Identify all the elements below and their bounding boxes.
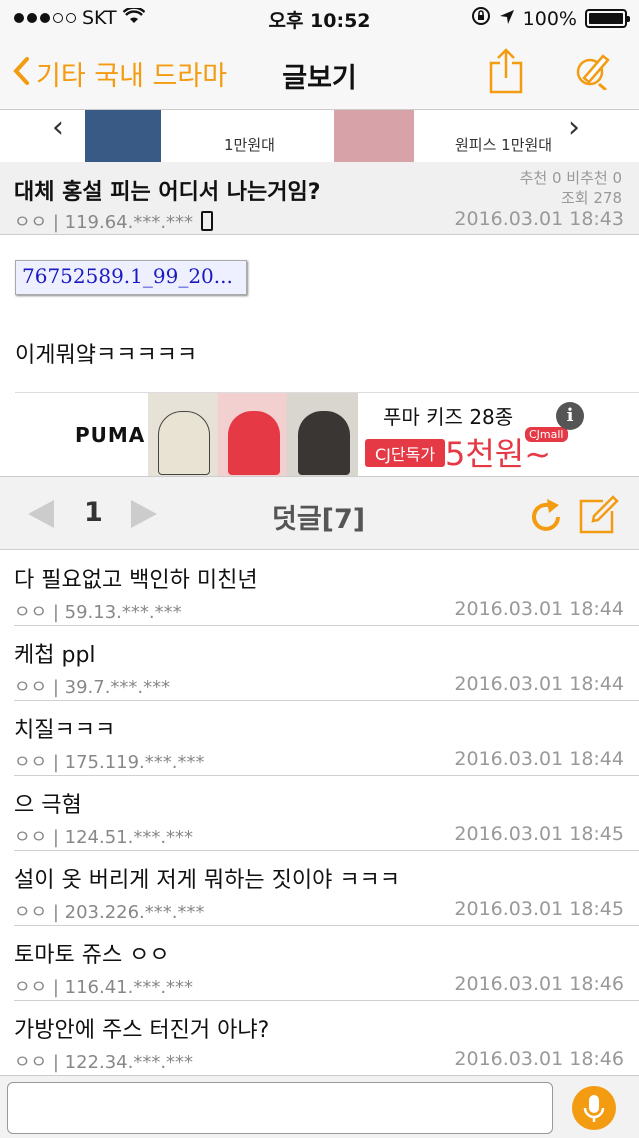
comment-item[interactable]: 설이 옷 버리게 저게 뭐하는 짓이야 ㅋㅋㅋ ㅇㅇ | 203.226.***… (14, 851, 639, 926)
ad-caption-2: 원피스 1만원대 (455, 136, 553, 154)
view-count: 조회 278 (561, 189, 622, 207)
author-label: ㅇㅇ | 119.64.***.*** (14, 212, 194, 233)
nav-bar: 기타 국내 드라마 글보기 (0, 36, 639, 110)
comment-author: ㅇㅇ | 39.7.***.*** (14, 677, 171, 698)
comment-text: 토마토 쥬스 ㅇㅇ (14, 943, 170, 968)
share-button[interactable] (488, 48, 524, 98)
info-icon[interactable]: i (556, 402, 584, 430)
comment-date: 2016.03.01 18:44 (454, 673, 624, 695)
comments-title: 덧글[7] (272, 504, 366, 535)
puma-logo: PUMA (75, 423, 146, 447)
ad-caption-1: 1만원대 (224, 136, 275, 154)
battery-percent: 100% (522, 7, 577, 30)
comment-date: 2016.03.01 18:46 (454, 973, 624, 995)
comment-date: 2016.03.01 18:46 (454, 1048, 624, 1070)
comment-text: 치질ㅋㅋㅋ (14, 718, 116, 743)
comment-date: 2016.03.01 18:44 (454, 598, 624, 620)
comment-author: ㅇㅇ | 175.119.***.*** (14, 752, 205, 773)
product-image-jacket[interactable] (85, 110, 161, 162)
next-page-icon[interactable] (131, 500, 157, 528)
comment-item[interactable]: 가방안에 주스 터진거 아냐? ㅇㅇ | 122.34.***.*** 2016… (14, 1001, 639, 1076)
product-ad-strip[interactable]: ‹ 1만원대 원피스 1만원대 › (0, 110, 639, 162)
comment-text: 다 필요없고 백인하 미친년 (14, 568, 258, 593)
chevron-left-icon[interactable]: ‹ (52, 110, 64, 145)
ad-kids-image (148, 393, 358, 477)
comment-text: 설이 옷 버리게 저게 뭐하는 짓이야 ㅋㅋㅋ (14, 868, 401, 893)
post-body: 이게뭐얔ㅋㅋㅋㅋㅋ (15, 343, 198, 368)
rotation-lock-icon (471, 6, 491, 31)
search-write-button[interactable] (573, 50, 613, 94)
comment-author: ㅇㅇ | 203.226.***.*** (14, 902, 205, 923)
comment-item[interactable]: 치질ㅋㅋㅋ ㅇㅇ | 175.119.***.*** 2016.03.01 18… (14, 701, 639, 776)
pen-search-icon (576, 54, 610, 92)
ad-headline: 푸마 키즈 28종 (383, 405, 514, 429)
post-author: ㅇㅇ | 119.64.***.*** (14, 208, 214, 234)
comment-author: ㅇㅇ | 59.13.***.*** (14, 602, 182, 623)
recommend-count: 추천 0 비추천 0 (519, 169, 622, 187)
comment-date: 2016.03.01 18:44 (454, 748, 624, 770)
comment-input[interactable] (7, 1082, 553, 1134)
comment-author: ㅇㅇ | 122.34.***.*** (14, 1052, 194, 1073)
puma-banner-ad[interactable]: PUMA 푸마 키즈 28종 CJ단독가 5천원~ CJmall i (15, 392, 639, 477)
cjmall-logo: CJmall (525, 427, 568, 442)
refresh-button[interactable] (529, 497, 563, 537)
comment-text: 으 극혐 (14, 793, 82, 818)
location-icon (499, 8, 515, 30)
page-number: 1 (84, 497, 103, 528)
mobile-icon (201, 211, 214, 231)
attachment-link[interactable]: 76752589.1_99_20... (15, 260, 247, 295)
mic-button[interactable] (572, 1086, 616, 1130)
refresh-icon (532, 499, 560, 531)
status-bar: SKT 오후 10:52 100% (0, 0, 639, 36)
comment-date: 2016.03.01 18:45 (454, 898, 624, 920)
comment-text: 가방안에 주스 터진거 아냐? (14, 1018, 270, 1043)
post-stats: 추천 0 비추천 0 조회 278 (520, 168, 622, 208)
write-comment-button[interactable] (577, 494, 619, 540)
product-image-dress[interactable] (334, 110, 414, 162)
comment-item[interactable]: 토마토 쥬스 ㅇㅇ ㅇㅇ | 116.41.***.*** 2016.03.01… (14, 926, 639, 1001)
comment-text: 케첩 ppl (14, 643, 96, 668)
chevron-right-icon[interactable]: › (568, 110, 580, 145)
post-header: 대체 홍설 피는 어디서 나는거임? 추천 0 비추천 0 조회 278 ㅇㅇ … (0, 162, 639, 235)
comment-item[interactable]: 케첩 ppl ㅇㅇ | 39.7.***.*** 2016.03.01 18:4… (14, 626, 639, 701)
comment-list: 다 필요없고 백인하 미친년 ㅇㅇ | 59.13.***.*** 2016.0… (0, 551, 639, 1076)
post-title: 대체 홍설 피는 어디서 나는거임? (14, 180, 321, 205)
page-title: 글보기 (282, 63, 357, 94)
comment-date: 2016.03.01 18:45 (454, 823, 624, 845)
comment-item[interactable]: 으 극혐 ㅇㅇ | 124.51.***.*** 2016.03.01 18:4… (14, 776, 639, 851)
comment-input-bar (0, 1075, 639, 1138)
compose-icon (579, 495, 619, 534)
comments-header: 1 덧글[7] (0, 476, 639, 550)
prev-page-icon[interactable] (28, 500, 54, 528)
comment-author: ㅇㅇ | 124.51.***.*** (14, 827, 194, 848)
microphone-icon (583, 1095, 605, 1122)
post-date: 2016.03.01 18:43 (454, 208, 624, 230)
comment-author: ㅇㅇ | 116.41.***.*** (14, 977, 194, 998)
share-icon (489, 48, 523, 94)
ad-badge: CJ단독가 (365, 439, 446, 467)
comment-item[interactable]: 다 필요없고 백인하 미친년 ㅇㅇ | 59.13.***.*** 2016.0… (14, 551, 639, 626)
battery-icon (585, 9, 630, 28)
status-right: 100% (471, 6, 630, 31)
